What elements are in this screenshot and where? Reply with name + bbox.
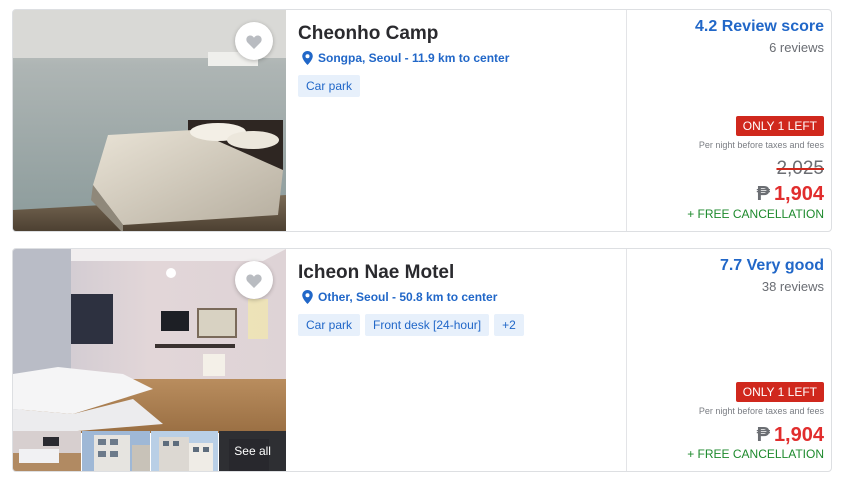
thumbnail[interactable] — [150, 431, 219, 471]
map-pin-icon — [302, 51, 313, 65]
review-score[interactable]: 7.7 Very good — [720, 257, 824, 275]
amenity-list: Car park — [298, 75, 361, 97]
hotel-name[interactable]: Cheonho Camp — [298, 23, 438, 45]
thumbnail[interactable]: See all — [219, 431, 286, 471]
price-value: 1,904 — [773, 183, 824, 205]
hotel-location[interactable]: Other, Seoul - 50.8 km to center — [302, 290, 497, 304]
photo-thumbnails: See all — [13, 431, 286, 471]
amenity-chip: Car park — [298, 314, 361, 336]
currency-symbol: ₱ — [756, 424, 770, 446]
price-panel: 7.7 Very good 38 reviews ONLY 1 LEFT Per… — [627, 249, 824, 471]
location-text: Songpa, Seoul - 11.9 km to center — [318, 51, 510, 65]
review-score[interactable]: 4.2 Review score — [695, 18, 824, 36]
free-cancellation: + FREE CANCELLATION — [687, 447, 824, 461]
price-panel: 4.2 Review score 6 reviews ONLY 1 LEFT P… — [627, 10, 824, 231]
amenity-list: Car park Front desk [24-hour] +2 — [298, 314, 524, 336]
hotel-name[interactable]: Icheon Nae Motel — [298, 262, 454, 284]
hotel-card-icheon-nae-motel[interactable]: See all Icheon Nae Motel Other, Seoul - … — [12, 248, 832, 472]
current-price[interactable]: ₱ 1,904 — [757, 183, 824, 206]
favorite-button[interactable] — [235, 261, 273, 299]
current-price[interactable]: ₱ 1,904 — [757, 424, 824, 447]
hotel-photo[interactable] — [13, 10, 286, 231]
original-price: 2,025 — [776, 158, 824, 179]
amenity-chip: Car park — [298, 75, 361, 97]
see-all-photos-button[interactable]: See all — [219, 431, 286, 471]
availability-badge: ONLY 1 LEFT — [735, 382, 824, 402]
thumbnail-image — [81, 431, 150, 471]
price-value: 1,904 — [773, 424, 824, 446]
thumbnail-image — [13, 431, 81, 471]
availability-badge: ONLY 1 LEFT — [735, 116, 824, 136]
location-text: Other, Seoul - 50.8 km to center — [318, 290, 498, 304]
price-note: Per night before taxes and fees — [698, 140, 824, 150]
map-pin-icon — [302, 290, 313, 304]
hotel-info: Cheonho Camp Songpa, Seoul - 11.9 km to … — [298, 10, 624, 231]
thumbnail-image — [150, 431, 219, 471]
heart-icon — [246, 34, 262, 49]
review-count: 38 reviews — [761, 279, 824, 294]
thumbnail[interactable] — [81, 431, 150, 471]
hotel-card-cheonho-camp[interactable]: Cheonho Camp Songpa, Seoul - 11.9 km to … — [12, 9, 832, 232]
price-note: Per night before taxes and fees — [698, 406, 824, 416]
currency-symbol: ₱ — [756, 183, 770, 205]
hotel-location[interactable]: Songpa, Seoul - 11.9 km to center — [302, 51, 509, 65]
amenity-chip: Front desk [24-hour] — [365, 314, 490, 336]
thumbnail[interactable] — [13, 431, 81, 471]
hotel-info: Icheon Nae Motel Other, Seoul - 50.8 km … — [298, 249, 624, 471]
hotel-photo[interactable]: See all — [13, 249, 286, 471]
review-count: 6 reviews — [769, 40, 824, 55]
free-cancellation: + FREE CANCELLATION — [687, 207, 824, 221]
more-amenities-chip[interactable]: +2 — [494, 314, 524, 336]
favorite-button[interactable] — [235, 22, 273, 60]
heart-icon — [246, 273, 262, 288]
